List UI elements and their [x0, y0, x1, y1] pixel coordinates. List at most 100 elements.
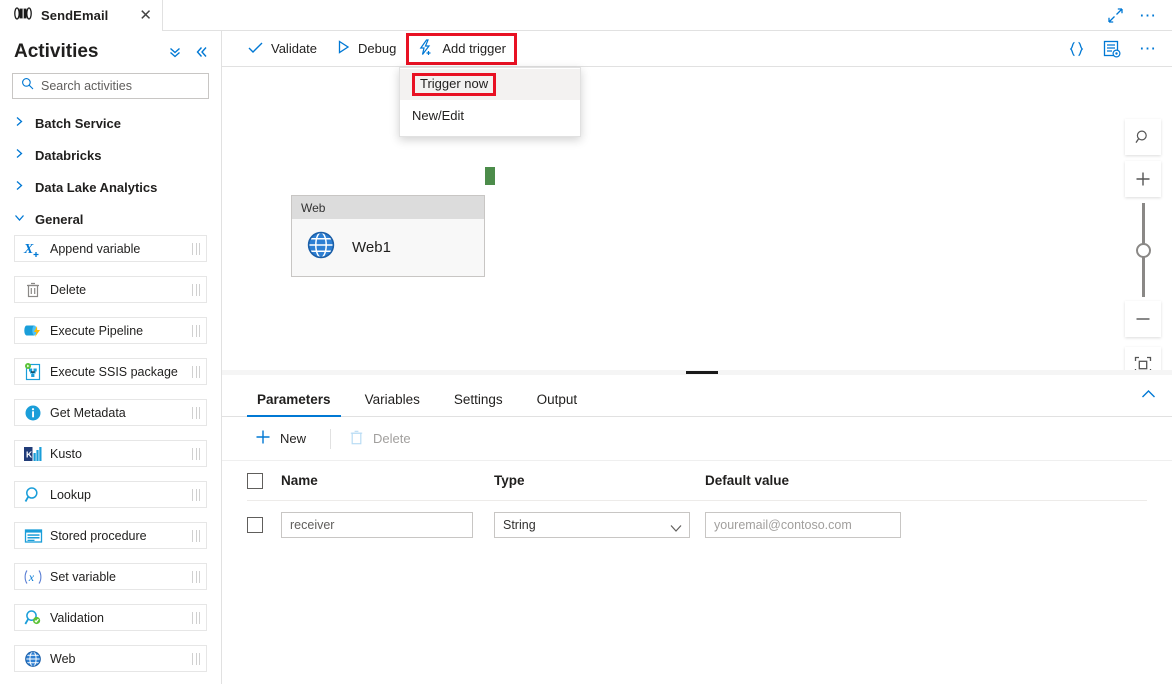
activity-lookup[interactable]: Lookup — [14, 481, 207, 508]
drag-grip-icon[interactable] — [192, 242, 200, 255]
drag-grip-icon[interactable] — [192, 570, 200, 583]
tab-parameters[interactable]: Parameters — [247, 392, 341, 417]
pipeline-command-bar: Validate Debug Add trigger ⋯ — [222, 31, 1172, 67]
activity-label: Web — [50, 651, 76, 666]
activity-execute-pipeline[interactable]: Execute Pipeline — [14, 317, 207, 344]
ssis-package-icon — [22, 362, 44, 382]
chevron-right-icon — [14, 178, 25, 196]
delete-parameter-button[interactable]: Delete — [341, 423, 425, 455]
trash-icon — [22, 280, 44, 300]
activity-delete[interactable]: Delete — [14, 276, 207, 303]
tab-settings[interactable]: Settings — [444, 392, 513, 416]
azure-data-factory-pipeline-editor: SendEmail ✕ ⋯ Activities Search activiti… — [0, 0, 1172, 684]
activity-label: Get Metadata — [50, 405, 126, 420]
drag-grip-icon[interactable] — [192, 324, 200, 337]
debug-label: Debug — [358, 41, 397, 56]
globe-icon — [22, 649, 44, 669]
properties-icon[interactable] — [1103, 40, 1121, 58]
search-input[interactable] — [41, 79, 200, 93]
zoom-slider[interactable] — [1125, 203, 1161, 297]
drag-grip-icon[interactable] — [192, 652, 200, 665]
sidebar-title: Activities — [14, 41, 99, 62]
zoom-search-icon[interactable] — [1125, 119, 1161, 155]
activity-node-web1[interactable]: Web Web1 — [291, 195, 485, 277]
parameter-name-input[interactable] — [281, 512, 473, 538]
drag-grip-icon[interactable] — [192, 365, 200, 378]
activity-validation[interactable]: Validation — [14, 604, 207, 631]
table-row: String — [247, 501, 1147, 549]
menu-item-label: New/Edit — [412, 108, 465, 123]
trigger-bolt-icon — [417, 38, 434, 59]
node-type-label: Web — [292, 196, 484, 219]
trash-icon — [349, 429, 364, 448]
execute-pipeline-icon — [22, 321, 44, 341]
pipeline-tab-sendemail[interactable]: SendEmail ✕ — [0, 0, 163, 31]
validate-button[interactable]: Validate — [238, 34, 327, 64]
node-name-label: Web1 — [352, 239, 391, 256]
tab-output[interactable]: Output — [527, 392, 588, 416]
drag-grip-icon[interactable] — [192, 447, 200, 460]
sidebar-category-batch-service[interactable]: Batch Service — [0, 107, 221, 139]
ellipsis-icon[interactable]: ⋯ — [1139, 40, 1158, 57]
parameters-table: Name Type Default value String — [222, 461, 1172, 549]
ellipsis-icon[interactable]: ⋯ — [1139, 7, 1158, 24]
parameter-type-select[interactable]: String — [494, 512, 690, 538]
canvas-zoom-controls — [1125, 119, 1161, 370]
chevron-right-icon — [14, 146, 25, 164]
new-label: New — [280, 431, 307, 446]
double-chevron-left-icon[interactable] — [195, 45, 209, 59]
curly-braces-icon[interactable] — [1068, 41, 1085, 57]
drag-grip-icon[interactable] — [192, 488, 200, 501]
column-header-name: Name — [281, 473, 318, 488]
chevron-right-icon — [14, 114, 25, 132]
double-chevron-down-icon[interactable] — [168, 45, 182, 59]
add-trigger-label: Add trigger — [442, 41, 506, 56]
tab-label: Output — [536, 392, 578, 407]
zoom-out-button[interactable] — [1125, 301, 1161, 337]
activity-set-variable[interactable]: x Set variable — [14, 563, 207, 590]
node-output-connector[interactable] — [485, 167, 495, 185]
select-all-checkbox[interactable] — [247, 472, 263, 489]
activities-header: Activities — [0, 31, 221, 69]
zoom-slider-handle[interactable] — [1136, 243, 1151, 258]
expand-diagonal-icon[interactable] — [1108, 7, 1123, 23]
drag-grip-icon[interactable] — [192, 406, 200, 419]
delete-label: Delete — [373, 431, 411, 446]
activity-label: Append variable — [50, 241, 141, 256]
checkmark-icon — [248, 41, 263, 57]
tab-variables[interactable]: Variables — [355, 392, 430, 416]
sidebar-category-general[interactable]: General — [0, 203, 221, 235]
menu-item-new-edit[interactable]: New/Edit — [400, 100, 580, 131]
zoom-in-button[interactable] — [1125, 161, 1161, 197]
activity-kusto[interactable]: K Kusto — [14, 440, 207, 467]
chevron-up-icon[interactable] — [1141, 386, 1156, 404]
new-parameter-button[interactable]: New — [247, 423, 320, 455]
activity-web[interactable]: Web — [14, 645, 207, 672]
category-label: Batch Service — [35, 115, 121, 131]
fit-to-screen-button[interactable] — [1125, 347, 1161, 370]
menu-item-trigger-now[interactable]: Trigger now — [400, 69, 580, 100]
row-checkbox[interactable] — [247, 517, 263, 533]
properties-tab-list: Parameters Variables Settings Output — [222, 375, 1172, 417]
validation-icon — [22, 608, 44, 628]
drag-grip-icon[interactable] — [192, 283, 200, 296]
sidebar-category-databricks[interactable]: Databricks — [0, 139, 221, 171]
close-icon[interactable]: ✕ — [139, 8, 152, 23]
pipeline-canvas[interactable]: Web Web1 — [222, 67, 1172, 370]
sidebar-category-data-lake-analytics[interactable]: Data Lake Analytics — [0, 171, 221, 203]
drag-grip-icon[interactable] — [192, 529, 200, 542]
activity-execute-ssis-package[interactable]: Execute SSIS package — [14, 358, 207, 385]
add-trigger-button[interactable]: Add trigger — [406, 32, 517, 65]
search-box[interactable] — [12, 73, 209, 99]
parameter-default-value-input[interactable] — [705, 512, 901, 538]
tab-label: Parameters — [257, 392, 331, 407]
activity-get-metadata[interactable]: Get Metadata — [14, 399, 207, 426]
debug-button[interactable]: Debug — [327, 34, 406, 64]
drag-grip-icon[interactable] — [192, 611, 200, 624]
activity-label: Kusto — [50, 446, 82, 461]
activity-stored-procedure[interactable]: Stored procedure — [14, 522, 207, 549]
pipeline-tab-label: SendEmail — [41, 8, 109, 23]
activity-label: Set variable — [50, 569, 117, 584]
node-body: Web1 — [292, 219, 484, 276]
activity-append-variable[interactable]: X Append variable — [14, 235, 207, 262]
